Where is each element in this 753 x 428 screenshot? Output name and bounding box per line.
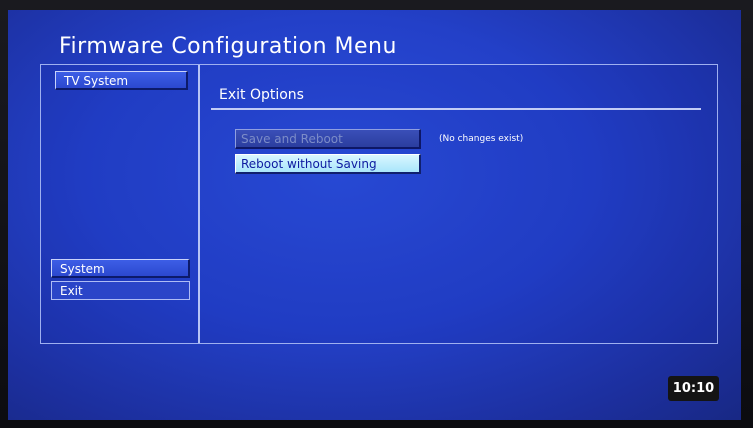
no-changes-note: (No changes exist) bbox=[439, 134, 524, 144]
tv-bezel: Firmware Configuration Menu TV System Sy… bbox=[0, 0, 753, 428]
tv-screen: Firmware Configuration Menu TV System Sy… bbox=[8, 10, 741, 420]
clock-display: 10:10 bbox=[668, 376, 719, 401]
section-title: Exit Options bbox=[219, 87, 304, 103]
sidebar-item-system[interactable]: System bbox=[51, 259, 190, 278]
save-and-reboot-button[interactable]: Save and Reboot bbox=[235, 129, 421, 149]
reboot-without-saving-button[interactable]: Reboot without Saving bbox=[235, 154, 421, 174]
sidebar-divider bbox=[198, 65, 200, 343]
sidebar-item-tv-system[interactable]: TV System bbox=[55, 71, 188, 90]
menu-frame: TV System System Exit Exit Options Save … bbox=[40, 64, 718, 344]
section-divider bbox=[211, 108, 701, 110]
sidebar-item-exit[interactable]: Exit bbox=[51, 281, 190, 300]
menu-title: Firmware Configuration Menu bbox=[59, 34, 397, 59]
